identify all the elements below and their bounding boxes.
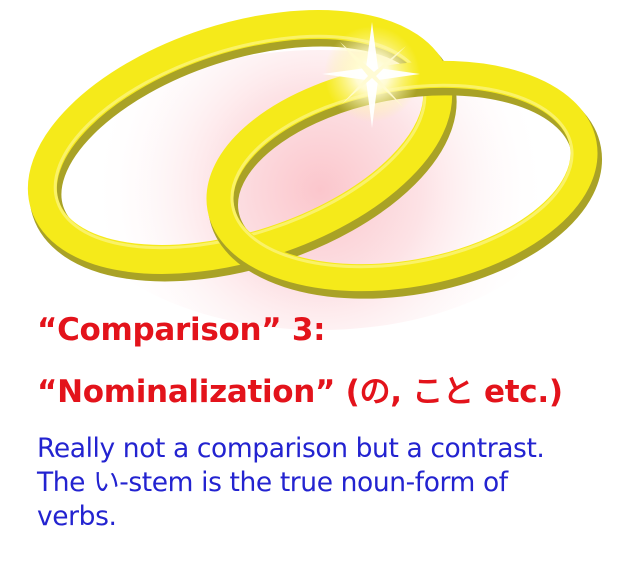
interlocked-gold-rings-icon bbox=[27, 10, 603, 330]
heading-line-2: “Nominalization” (の, こと etc.) bbox=[37, 374, 563, 410]
rings-illustration bbox=[0, 0, 620, 330]
body-text: Really not a comparison but a contrast. … bbox=[37, 433, 545, 532]
heading-line-1: “Comparison” 3: bbox=[37, 312, 326, 348]
